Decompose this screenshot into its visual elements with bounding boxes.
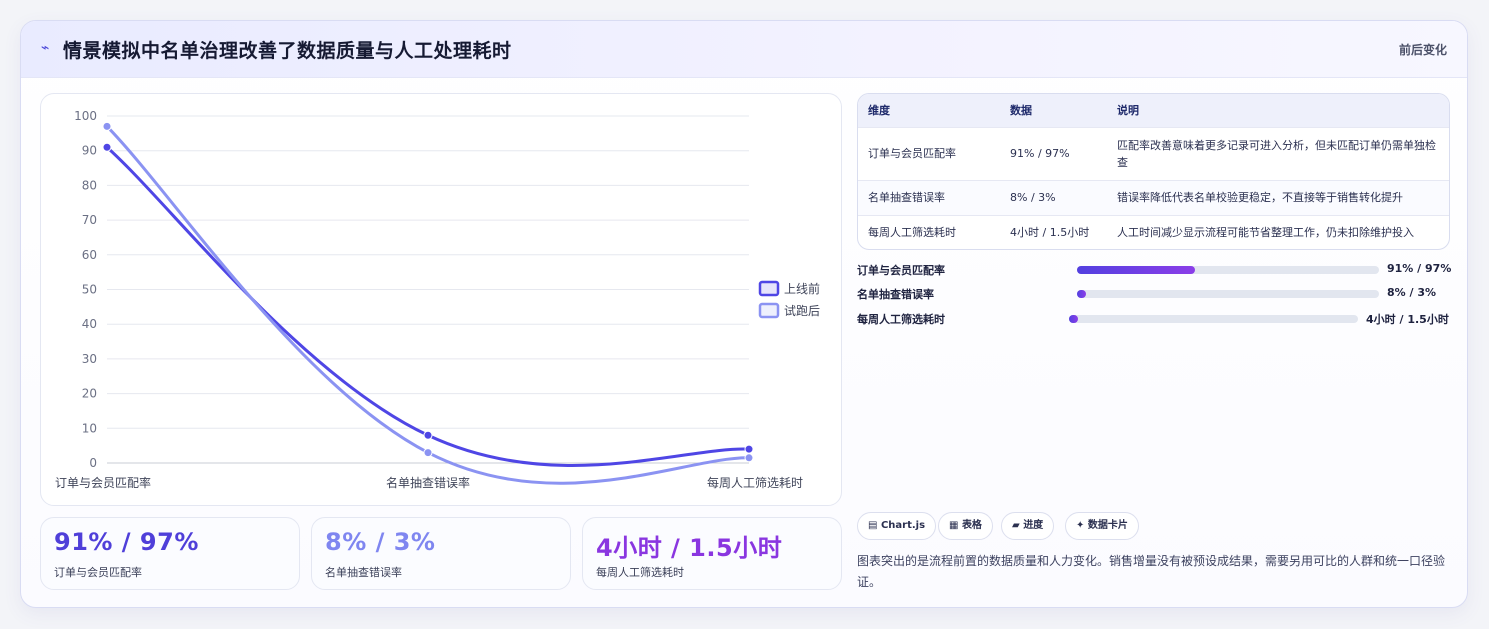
kpi-label: 名单抽查错误率	[325, 566, 402, 579]
table-cell: 匹配率改善意味着更多记录可进入分析，但未匹配订单仍需单独检查	[1107, 126, 1449, 180]
table-pill: ▦ 表格	[938, 512, 993, 540]
table-header-row: 维度 数据 说明	[858, 94, 1449, 127]
y-tick-label: 30	[82, 352, 97, 366]
summary-note: 图表突出的是流程前置的数据质量和人力变化。销售增量没有被预设成结果，需要另用可比…	[857, 554, 1446, 589]
kpi-value: 4小时 / 1.5小时	[596, 534, 783, 562]
table-row: 订单与会员匹配率 91% / 97% 匹配率改善意味着更多记录可进入分析，但未匹…	[858, 126, 1449, 180]
progress-label: 名单抽查错误率	[857, 288, 934, 301]
kpi-card-manual-hours: 4小时 / 1.5小时 每周人工筛选耗时	[582, 517, 842, 590]
table-cell: 错误率降低代表名单校验更稳定，不直接等于销售转化提升	[1107, 179, 1449, 215]
table-cell: 91% / 97%	[1000, 126, 1107, 180]
progress-track	[1069, 315, 1358, 323]
y-tick-label: 0	[89, 456, 97, 470]
progress-track	[1077, 266, 1379, 274]
trend-icon: ⌁	[41, 40, 50, 56]
y-tick-label: 80	[82, 178, 97, 192]
progress-label: 订单与会员匹配率	[857, 264, 945, 277]
pill-label: 进度	[1023, 520, 1044, 531]
progress-value: 91% / 97%	[1387, 262, 1452, 275]
data-point	[423, 430, 433, 440]
y-tick-label: 90	[82, 144, 97, 158]
table-row: 名单抽查错误率 8% / 3% 错误率降低代表名单校验更稳定，不直接等于销售转化…	[858, 179, 1449, 215]
data-point	[102, 142, 112, 152]
table-cell: 4小时 / 1.5小时	[1000, 214, 1107, 249]
table-header-cell: 数据	[1010, 104, 1032, 118]
y-tick-label: 10	[82, 421, 97, 435]
y-tick-label: 40	[82, 317, 97, 331]
card-header: ⌁ 情景模拟中名单治理改善了数据质量与人工处理耗时 前后变化	[21, 21, 1467, 78]
table-header-cell: 说明	[1117, 104, 1139, 118]
table-cell: 8% / 3%	[1000, 179, 1107, 215]
y-tick-label: 20	[82, 387, 97, 401]
header-tag: 前后变化	[1398, 43, 1447, 57]
progress-icon: ▰	[1012, 520, 1020, 531]
x-tick-label: 订单与会员匹配率	[55, 475, 151, 490]
table-icon: ▦	[949, 520, 959, 531]
data-table: 维度 数据 说明 订单与会员匹配率 91% / 97% 匹配率改善意味着更多记录…	[857, 93, 1450, 250]
progress-fill	[1077, 290, 1087, 298]
kpi-label: 每周人工筛选耗时	[596, 566, 684, 579]
data-point	[744, 453, 754, 463]
line-chart-panel: 0 10 20 30 40 50 60 70 80 90 100 订单与会员匹配率 名单抽查错误率 每周人…	[40, 93, 842, 506]
table-row: 每周人工筛选耗时 4小时 / 1.5小时 人工时间减少显示流程可能节省整理工作，…	[858, 214, 1449, 249]
table-cell: 每周人工筛选耗时	[858, 214, 1000, 249]
y-tick-label: 100	[74, 109, 97, 123]
y-tick-label: 70	[82, 213, 97, 227]
y-tick-label: 50	[82, 283, 97, 297]
data-point	[102, 121, 112, 131]
data-point	[744, 444, 754, 454]
progress-row-match-rate: 订单与会员匹配率 91% / 97%	[857, 262, 1452, 278]
kpi-value: 8% / 3%	[325, 528, 436, 556]
progress-pill: ▰ 进度	[1001, 512, 1055, 540]
legend-swatch	[758, 280, 780, 297]
card-title: 情景模拟中名单治理改善了数据质量与人工处理耗时	[63, 40, 512, 62]
progress-label: 每周人工筛选耗时	[857, 313, 945, 326]
sparkle-icon: ✦	[1076, 520, 1085, 531]
legend-label: 上线前	[784, 281, 820, 296]
progress-track	[1077, 290, 1379, 298]
legend-swatch	[758, 302, 780, 319]
series-line-1	[105, 146, 750, 467]
report-card: ⌁ 情景模拟中名单治理改善了数据质量与人工处理耗时 前后变化 0 10 20 30 40…	[20, 20, 1468, 608]
progress-fill	[1077, 266, 1195, 274]
progress-value: 8% / 3%	[1387, 286, 1437, 299]
kpi-card-error-rate: 8% / 3% 名单抽查错误率	[311, 517, 571, 590]
pill-label: Chart.js	[880, 520, 926, 531]
series-line-2	[105, 125, 750, 485]
line-chart: 0 10 20 30 40 50 60 70 80 90 100 订单与会员匹配率 名单抽查错误率 每周人…	[55, 109, 820, 490]
kpi-value: 91% / 97%	[54, 528, 199, 556]
kpi-card-match-rate: 91% / 97% 订单与会员匹配率	[40, 517, 300, 590]
chartjs-pill: ▤ Chart.js	[857, 512, 937, 540]
progress-value: 4小时 / 1.5小时	[1366, 313, 1449, 326]
kpi-label: 订单与会员匹配率	[54, 566, 142, 579]
legend-label: 试跑后	[784, 303, 820, 318]
progress-fill	[1069, 315, 1078, 323]
x-tick-label: 每周人工筛选耗时	[707, 475, 803, 490]
table-cell: 名单抽查错误率	[858, 179, 1000, 215]
pill-label: 数据卡片	[1087, 520, 1128, 531]
table-cell: 人工时间减少显示流程可能节省整理工作，仍未扣除维护投入	[1107, 214, 1449, 249]
table-cell: 订单与会员匹配率	[858, 126, 1000, 180]
data-card-pill: ✦ 数据卡片	[1065, 512, 1139, 540]
progress-row-manual-hours: 每周人工筛选耗时 4小时 / 1.5小时	[857, 311, 1449, 327]
chart-icon: ▤	[868, 520, 878, 531]
progress-row-error-rate: 名单抽查错误率 8% / 3%	[857, 286, 1449, 302]
pill-label: 表格	[961, 520, 982, 531]
x-tick-label: 名单抽查错误率	[386, 475, 470, 490]
data-point	[423, 448, 433, 458]
table-header-cell: 维度	[868, 104, 890, 118]
y-tick-label: 60	[82, 248, 97, 262]
